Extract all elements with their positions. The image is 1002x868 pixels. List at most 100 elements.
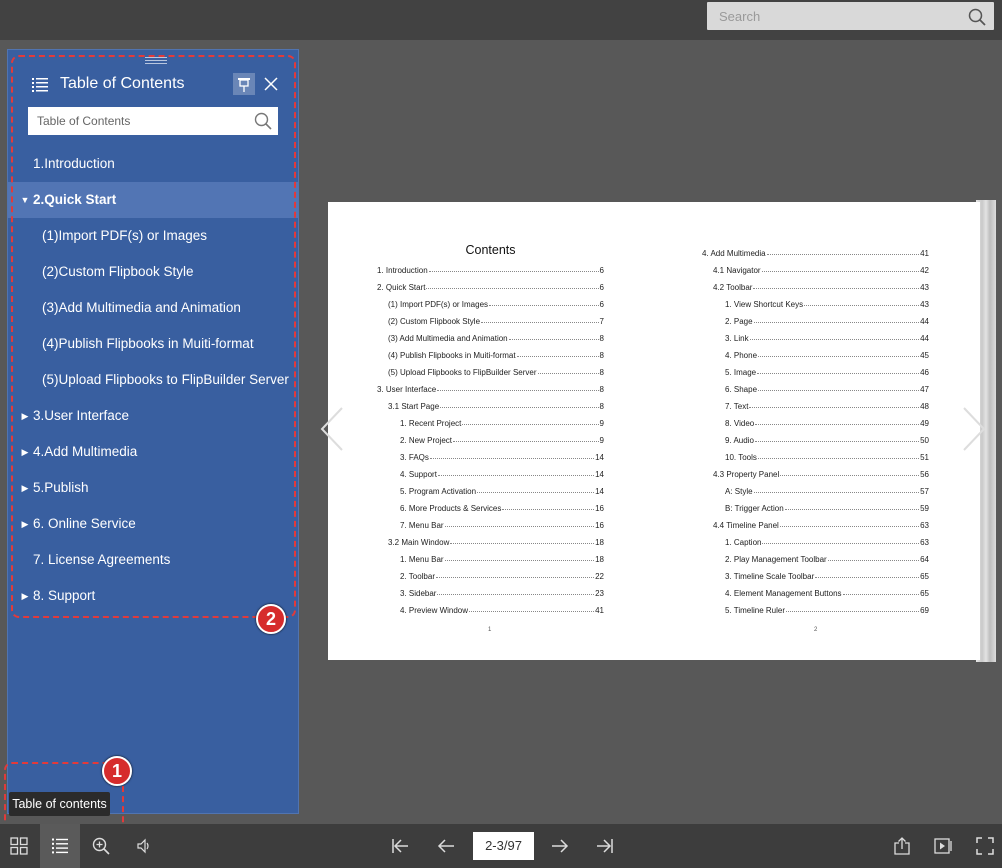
dot-leader — [508, 339, 599, 340]
contents-entry[interactable]: 9. Audio 50 — [725, 428, 929, 445]
contents-entry[interactable]: 4. Phone 45 — [725, 343, 929, 360]
book-page-right[interactable]: 2 4. Add Multimedia 41 4.1 Navigator 42 4.2 … — [654, 202, 980, 660]
contents-entry[interactable]: (5) Upload Flipbooks to FlipBuilder Serv… — [388, 360, 604, 377]
bottom-toolbar: 2-3/97 — [0, 824, 1002, 868]
dot-leader — [502, 509, 595, 510]
contents-entry[interactable]: B: Trigger Action 59 — [725, 496, 929, 513]
dot-leader — [444, 526, 595, 527]
contents-entry[interactable]: 3. FAQs 14 — [400, 445, 604, 462]
annotation-box-2 — [11, 55, 296, 618]
prev-page-button[interactable] — [427, 824, 465, 868]
contents-entry[interactable]: 2. Quick Start 6 — [377, 275, 604, 292]
entry-title: 4. Preview Window — [400, 606, 469, 615]
contents-entry[interactable]: 5. Timeline Ruler 69 — [725, 598, 929, 615]
contents-entry[interactable]: 3. User Interface 8 — [377, 377, 604, 394]
entry-title: 4. Add Multimedia — [702, 249, 766, 258]
contents-entry[interactable]: 6. Shape 47 — [725, 377, 929, 394]
entry-page-number: 41 — [920, 249, 929, 258]
contents-entry[interactable]: 6. More Products & Services 16 — [400, 496, 604, 513]
fullscreen-button[interactable] — [966, 824, 1002, 868]
contents-entry[interactable]: 10. Tools 51 — [725, 445, 929, 462]
toc-button[interactable] — [40, 824, 80, 868]
prev-page-arrow-icon[interactable] — [316, 404, 346, 454]
contents-entry[interactable]: (2) Custom Flipbook Style 7 — [388, 309, 604, 326]
contents-entry[interactable]: (3) Add Multimedia and Animation 8 — [388, 326, 604, 343]
contents-entry[interactable]: 7. Menu Bar 16 — [400, 513, 604, 530]
entry-page-number: 69 — [920, 606, 929, 615]
thumbnails-button[interactable] — [0, 824, 38, 868]
dot-leader — [753, 492, 920, 493]
contents-entry[interactable]: 3. Timeline Scale Toolbar 65 — [725, 564, 929, 581]
toc-icon — [52, 838, 68, 854]
contents-entry[interactable]: 7. Text 48 — [725, 394, 929, 411]
entry-title: 4. Element Management Buttons — [725, 589, 842, 598]
contents-entry[interactable]: 4.4 Timeline Panel 63 — [713, 513, 929, 530]
first-page-icon — [392, 839, 408, 853]
last-page-icon — [597, 839, 613, 853]
page-heading: Contents — [465, 243, 516, 257]
contents-entry[interactable]: 2. Toolbar 22 — [400, 564, 604, 581]
contents-entry[interactable]: 4. Add Multimedia 41 — [702, 241, 929, 258]
zoom-in-button[interactable] — [82, 824, 120, 868]
dot-leader — [516, 356, 599, 357]
page-number: 2 — [814, 627, 818, 633]
entry-page-number: 50 — [920, 436, 929, 445]
contents-entry[interactable]: (4) Publish Flipbooks in Muiti-format 8 — [388, 343, 604, 360]
sound-button[interactable] — [125, 824, 163, 868]
contents-entry[interactable]: 1. Recent Project 9 — [400, 411, 604, 428]
dot-leader — [749, 339, 920, 340]
first-page-button[interactable] — [381, 824, 419, 868]
entry-title: 3. Sidebar — [400, 589, 437, 598]
book-page-left[interactable]: Contents 1 1. Introduction 6 2. Quick Star… — [328, 202, 653, 660]
entry-title: 8. Video — [725, 419, 755, 428]
contents-entry[interactable]: A: Style 57 — [725, 479, 929, 496]
contents-entry[interactable]: 1. Introduction 6 — [377, 258, 604, 275]
next-page-button[interactable] — [541, 824, 579, 868]
contents-entry[interactable]: 2. Play Management Toolbar 64 — [725, 547, 929, 564]
entry-page-number: 14 — [595, 470, 604, 479]
contents-entry[interactable]: 4. Support 14 — [400, 462, 604, 479]
dot-leader — [462, 424, 599, 425]
contents-entry[interactable]: 2. Page 44 — [725, 309, 929, 326]
contents-entry[interactable]: 3.2 Main Window 18 — [388, 530, 604, 547]
share-button[interactable] — [883, 824, 921, 868]
search-icon[interactable] — [968, 8, 986, 26]
contents-entry[interactable]: 4.1 Navigator 42 — [713, 258, 929, 275]
entry-title: 9. Audio — [725, 436, 754, 445]
contents-entry[interactable]: 4. Preview Window 41 — [400, 598, 604, 615]
contents-entry[interactable]: 5. Program Activation 14 — [400, 479, 604, 496]
contents-entry[interactable]: 3. Sidebar 23 — [400, 581, 604, 598]
contents-entry[interactable]: 3. Link 44 — [725, 326, 929, 343]
search-input[interactable] — [707, 2, 957, 30]
contents-entry[interactable]: 4.2 Toolbar 43 — [713, 275, 929, 292]
dot-leader — [481, 322, 599, 323]
entry-title: (2) Custom Flipbook Style — [388, 317, 481, 326]
contents-entry[interactable]: 3.1 Start Page 8 — [388, 394, 604, 411]
entry-title: 10. Tools — [725, 453, 757, 462]
entry-page-number: 8 — [599, 402, 604, 411]
autoplay-button[interactable] — [924, 824, 962, 868]
entry-page-number: 63 — [920, 521, 929, 530]
contents-entry[interactable]: 4.3 Property Panel 56 — [713, 462, 929, 479]
entry-title: 3. User Interface — [377, 385, 437, 394]
contents-entry[interactable]: 1. View Shortcut Keys 43 — [725, 292, 929, 309]
contents-entry[interactable]: 4. Element Management Buttons 65 — [725, 581, 929, 598]
contents-entry[interactable]: 2. New Project 9 — [400, 428, 604, 445]
contents-entry[interactable]: (1) Import PDF(s) or Images 6 — [388, 292, 604, 309]
sound-icon — [137, 838, 149, 854]
entry-page-number: 6 — [599, 300, 604, 309]
dot-leader — [755, 424, 920, 425]
page-indicator[interactable]: 2-3/97 — [473, 832, 534, 860]
contents-entry[interactable]: 5. Image 46 — [725, 360, 929, 377]
entry-page-number: 8 — [599, 368, 604, 377]
next-page-arrow-icon[interactable] — [960, 404, 990, 454]
annotation-badge-1: 1 — [102, 756, 132, 786]
prev-page-icon — [437, 839, 454, 853]
dot-leader — [436, 577, 595, 578]
contents-entry[interactable]: 1. Caption 63 — [725, 530, 929, 547]
last-page-button[interactable] — [586, 824, 624, 868]
contents-entry[interactable]: 1. Menu Bar 18 — [400, 547, 604, 564]
entry-title: 3.2 Main Window — [388, 538, 450, 547]
search-box[interactable] — [707, 2, 994, 30]
contents-entry[interactable]: 8. Video 49 — [725, 411, 929, 428]
